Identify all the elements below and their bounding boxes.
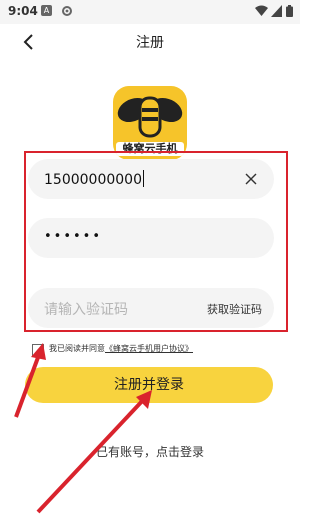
password-field[interactable]: •••••• [28, 218, 274, 258]
signal-icon [271, 5, 282, 17]
text-cursor [142, 170, 144, 187]
wifi-icon [255, 5, 268, 16]
agreement-checkbox[interactable] [32, 344, 44, 356]
phone-value: 15000000000 [44, 170, 144, 188]
status-bar: 9:04 A [0, 0, 300, 24]
agreement-text: 我已阅读并同意《蜂窝云手机用户协议》 [49, 344, 193, 353]
app-notification-icon: A [41, 5, 52, 16]
status-time: 9:04 [8, 4, 38, 18]
page-title: 注册 [136, 35, 164, 51]
phone-field[interactable]: 15000000000 [28, 159, 274, 199]
password-value: •••••• [44, 229, 103, 244]
register-login-button[interactable]: 注册并登录 [25, 367, 273, 403]
app-logo: 蜂窝云手机 [113, 86, 187, 160]
verification-code-field[interactable]: 请输入验证码 获取验证码 [28, 288, 274, 328]
clear-icon[interactable] [244, 172, 258, 186]
battery-icon [286, 5, 293, 17]
settings-icon [62, 6, 72, 16]
code-placeholder: 请输入验证码 [44, 302, 128, 318]
top-bar: 注册 [0, 24, 300, 60]
agreement-link[interactable]: 《蜂窝云手机用户协议》 [105, 344, 193, 353]
login-link[interactable]: 已有账号，点击登录 [0, 443, 300, 460]
get-code-button[interactable]: 获取验证码 [207, 301, 262, 317]
